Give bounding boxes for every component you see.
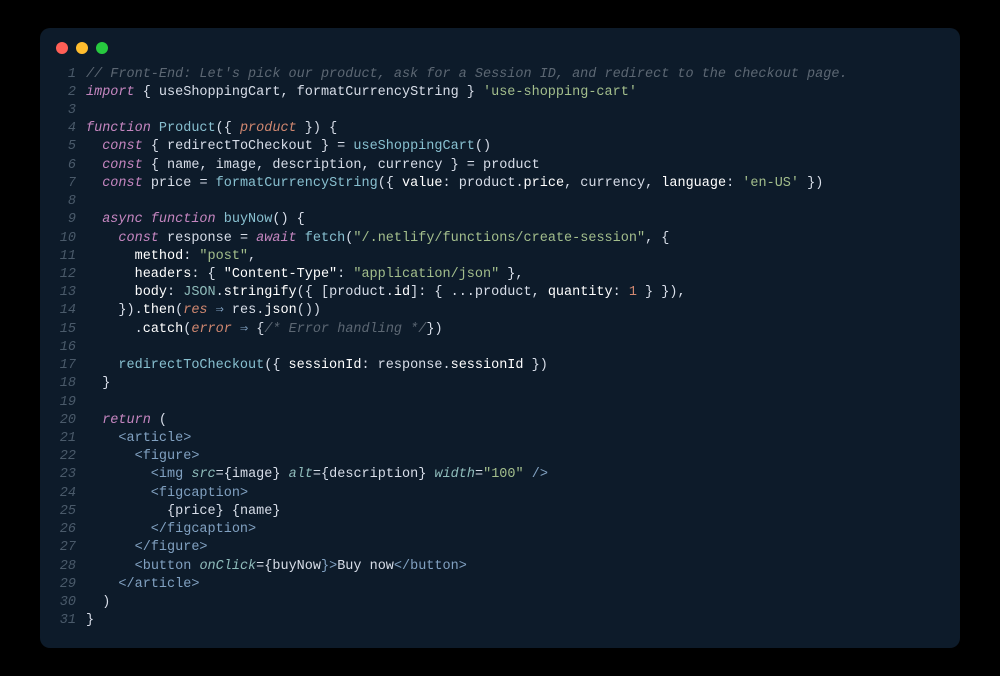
line-number: 14 bbox=[58, 302, 86, 320]
code-line[interactable]: 12 headers: { "Content-Type": "applicati… bbox=[58, 266, 942, 284]
line-number: 29 bbox=[58, 576, 86, 594]
line-number: 25 bbox=[58, 503, 86, 521]
line-number: 8 bbox=[58, 193, 86, 211]
code-line[interactable]: 29 </article> bbox=[58, 576, 942, 594]
line-content[interactable]: } bbox=[86, 612, 942, 630]
line-number: 10 bbox=[58, 230, 86, 248]
line-number: 26 bbox=[58, 521, 86, 539]
line-content[interactable]: function Product({ product }) { bbox=[86, 120, 942, 138]
line-number: 24 bbox=[58, 485, 86, 503]
line-number: 2 bbox=[58, 84, 86, 102]
code-line[interactable]: 20 return ( bbox=[58, 412, 942, 430]
code-line[interactable]: 22 <figure> bbox=[58, 448, 942, 466]
line-number: 23 bbox=[58, 466, 86, 484]
line-content[interactable]: const { redirectToCheckout } = useShoppi… bbox=[86, 138, 942, 156]
line-content[interactable]: const price = formatCurrencyString({ val… bbox=[86, 175, 942, 193]
code-line[interactable]: 31} bbox=[58, 612, 942, 630]
line-number: 7 bbox=[58, 175, 86, 193]
line-content[interactable]: </article> bbox=[86, 576, 942, 594]
line-content[interactable] bbox=[86, 339, 942, 357]
line-number: 19 bbox=[58, 394, 86, 412]
line-content[interactable]: } bbox=[86, 375, 942, 393]
code-line[interactable]: 7 const price = formatCurrencyString({ v… bbox=[58, 175, 942, 193]
zoom-icon[interactable] bbox=[96, 42, 108, 54]
line-number: 15 bbox=[58, 321, 86, 339]
code-line[interactable]: 6 const { name, image, description, curr… bbox=[58, 157, 942, 175]
line-number: 4 bbox=[58, 120, 86, 138]
code-line[interactable]: 27 </figure> bbox=[58, 539, 942, 557]
line-content[interactable]: </figcaption> bbox=[86, 521, 942, 539]
line-number: 17 bbox=[58, 357, 86, 375]
line-number: 20 bbox=[58, 412, 86, 430]
line-content[interactable]: method: "post", bbox=[86, 248, 942, 266]
titlebar bbox=[40, 42, 960, 66]
code-line[interactable]: 19 bbox=[58, 394, 942, 412]
code-line[interactable]: 16 bbox=[58, 339, 942, 357]
line-content[interactable]: <button onClick={buyNow}>Buy now</button… bbox=[86, 558, 942, 576]
line-content[interactable]: body: JSON.stringify({ [product.id]: { .… bbox=[86, 284, 942, 302]
line-number: 3 bbox=[58, 102, 86, 120]
code-line[interactable]: 15 .catch(error ⇒ {/* Error handling */}… bbox=[58, 321, 942, 339]
code-line[interactable]: 1// Front-End: Let's pick our product, a… bbox=[58, 66, 942, 84]
line-content[interactable]: .catch(error ⇒ {/* Error handling */}) bbox=[86, 321, 942, 339]
code-line[interactable]: 4function Product({ product }) { bbox=[58, 120, 942, 138]
line-content[interactable]: <article> bbox=[86, 430, 942, 448]
line-content[interactable]: const response = await fetch("/.netlify/… bbox=[86, 230, 942, 248]
line-content[interactable] bbox=[86, 102, 942, 120]
code-line[interactable]: 28 <button onClick={buyNow}>Buy now</but… bbox=[58, 558, 942, 576]
line-number: 31 bbox=[58, 612, 86, 630]
code-line[interactable]: 13 body: JSON.stringify({ [product.id]: … bbox=[58, 284, 942, 302]
code-line[interactable]: 14 }).then(res ⇒ res.json()) bbox=[58, 302, 942, 320]
line-content[interactable]: redirectToCheckout({ sessionId: response… bbox=[86, 357, 942, 375]
code-line[interactable]: 21 <article> bbox=[58, 430, 942, 448]
line-content[interactable]: {price} {name} bbox=[86, 503, 942, 521]
line-number: 27 bbox=[58, 539, 86, 557]
line-content[interactable]: }).then(res ⇒ res.json()) bbox=[86, 302, 942, 320]
line-content[interactable]: <figure> bbox=[86, 448, 942, 466]
code-line[interactable]: 18 } bbox=[58, 375, 942, 393]
code-line[interactable]: 26 </figcaption> bbox=[58, 521, 942, 539]
line-content[interactable]: <figcaption> bbox=[86, 485, 942, 503]
code-line[interactable]: 8 bbox=[58, 193, 942, 211]
code-window: 1// Front-End: Let's pick our product, a… bbox=[40, 28, 960, 649]
code-line[interactable]: 24 <figcaption> bbox=[58, 485, 942, 503]
line-content[interactable]: // Front-End: Let's pick our product, as… bbox=[86, 66, 942, 84]
line-number: 5 bbox=[58, 138, 86, 156]
line-content[interactable]: ) bbox=[86, 594, 942, 612]
code-line[interactable]: 10 const response = await fetch("/.netli… bbox=[58, 230, 942, 248]
line-number: 18 bbox=[58, 375, 86, 393]
code-line[interactable]: 30 ) bbox=[58, 594, 942, 612]
line-content[interactable]: async function buyNow() { bbox=[86, 211, 942, 229]
code-line[interactable]: 5 const { redirectToCheckout } = useShop… bbox=[58, 138, 942, 156]
code-line[interactable]: 23 <img src={image} alt={description} wi… bbox=[58, 466, 942, 484]
line-number: 9 bbox=[58, 211, 86, 229]
line-number: 6 bbox=[58, 157, 86, 175]
line-number: 1 bbox=[58, 66, 86, 84]
line-number: 22 bbox=[58, 448, 86, 466]
line-content[interactable]: </figure> bbox=[86, 539, 942, 557]
line-number: 11 bbox=[58, 248, 86, 266]
line-content[interactable] bbox=[86, 193, 942, 211]
line-content[interactable]: return ( bbox=[86, 412, 942, 430]
code-line[interactable]: 2import { useShoppingCart, formatCurrenc… bbox=[58, 84, 942, 102]
line-number: 30 bbox=[58, 594, 86, 612]
code-line[interactable]: 3 bbox=[58, 102, 942, 120]
line-number: 12 bbox=[58, 266, 86, 284]
line-content[interactable]: <img src={image} alt={description} width… bbox=[86, 466, 942, 484]
line-content[interactable]: const { name, image, description, curren… bbox=[86, 157, 942, 175]
code-line[interactable]: 9 async function buyNow() { bbox=[58, 211, 942, 229]
line-number: 13 bbox=[58, 284, 86, 302]
minimize-icon[interactable] bbox=[76, 42, 88, 54]
line-number: 16 bbox=[58, 339, 86, 357]
line-content[interactable]: headers: { "Content-Type": "application/… bbox=[86, 266, 942, 284]
line-content[interactable] bbox=[86, 394, 942, 412]
line-content[interactable]: import { useShoppingCart, formatCurrency… bbox=[86, 84, 942, 102]
code-line[interactable]: 25 {price} {name} bbox=[58, 503, 942, 521]
line-number: 28 bbox=[58, 558, 86, 576]
code-line[interactable]: 11 method: "post", bbox=[58, 248, 942, 266]
close-icon[interactable] bbox=[56, 42, 68, 54]
line-number: 21 bbox=[58, 430, 86, 448]
code-line[interactable]: 17 redirectToCheckout({ sessionId: respo… bbox=[58, 357, 942, 375]
code-editor[interactable]: 1// Front-End: Let's pick our product, a… bbox=[40, 66, 960, 631]
